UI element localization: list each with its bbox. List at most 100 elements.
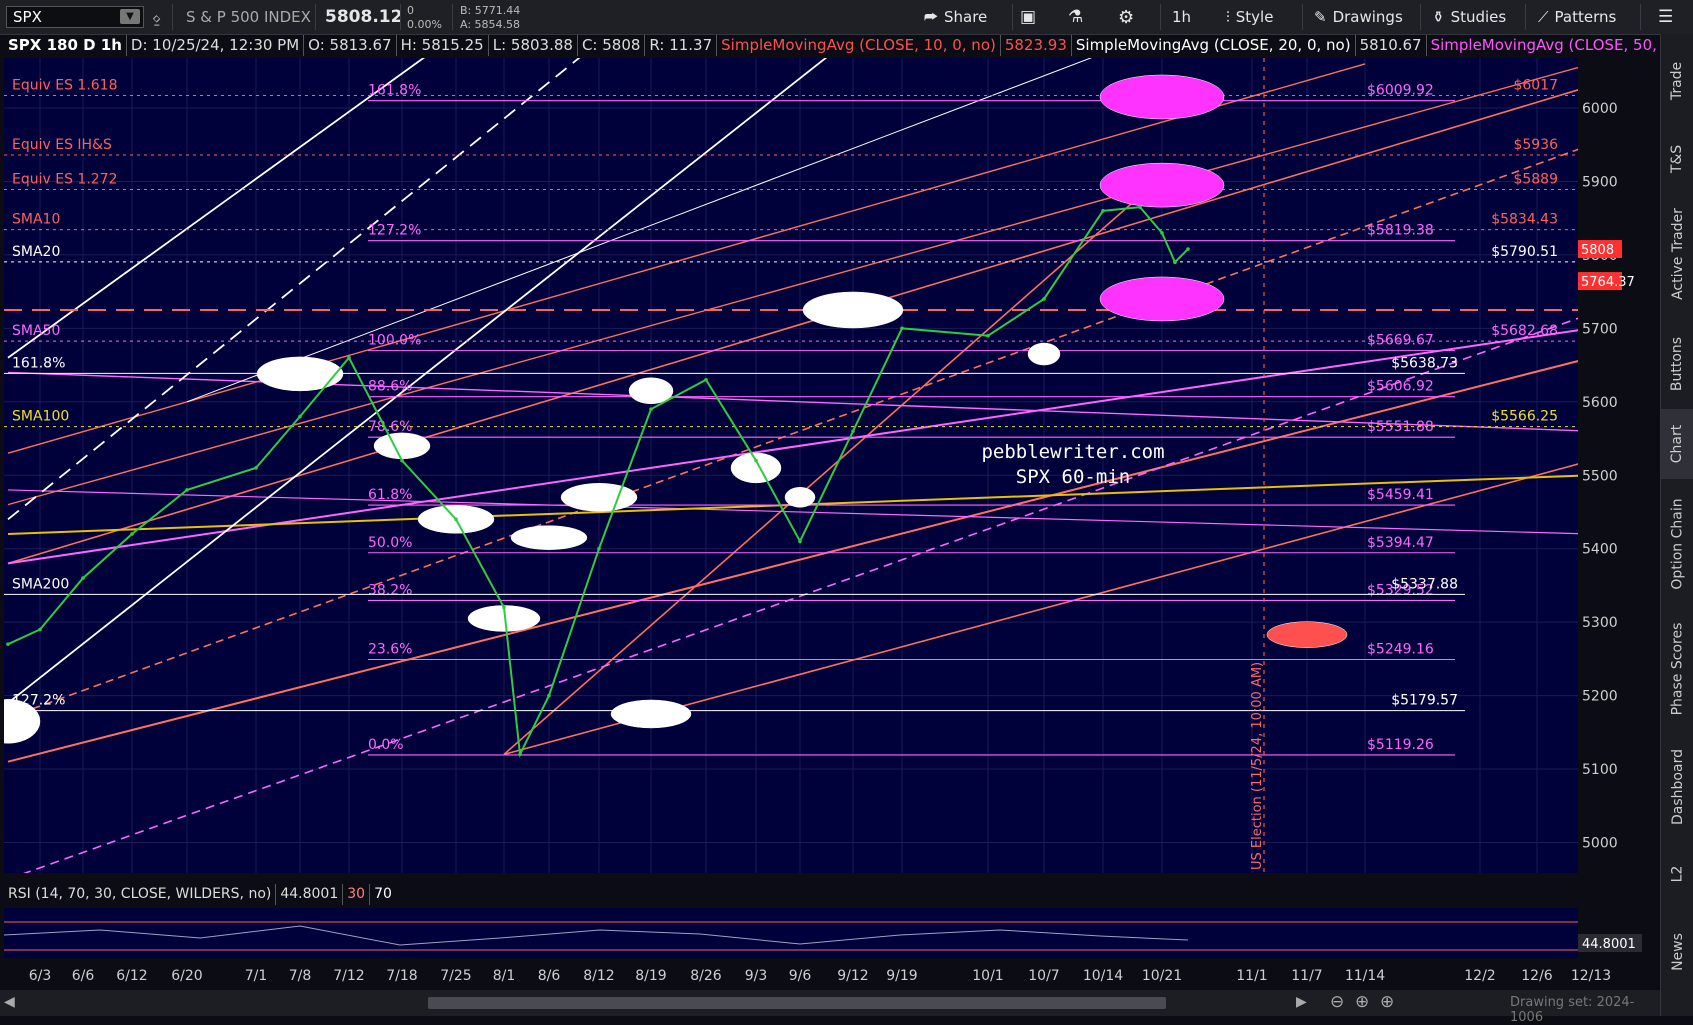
rsi-info-bar: RSI (14, 70, 30, CLOSE, WILDERS, no) 44.8… — [4, 884, 396, 905]
fib-level-value: $5819.38 — [1367, 223, 1434, 239]
side-tab-label: Trade — [1669, 61, 1686, 101]
level-label: SMA10 — [12, 212, 60, 228]
side-tab-chart[interactable]: Chart — [1661, 409, 1693, 479]
drawing-set-label[interactable]: Drawing set: 2024-1006 — [1510, 995, 1660, 1025]
target-ellipse[interactable] — [560, 483, 638, 512]
sma10-label[interactable]: SimpleMovingAvg (CLOSE, 10, 0, no) — [717, 35, 1001, 56]
bar-date: D: 10/25/24, 12:30 PM — [126, 35, 305, 56]
flask-icon[interactable]: ⚗ — [1068, 0, 1083, 34]
scrollbar-thumb[interactable] — [428, 997, 1166, 1009]
fib-level-pct: 88.6% — [368, 379, 412, 395]
fib-level-pct: 161.8% — [368, 83, 421, 99]
fib-level-pct: 127.2% — [368, 223, 421, 239]
price-point — [1186, 247, 1190, 251]
pencil-icon: ✎ — [1314, 8, 1327, 26]
studies-button[interactable]: ⚱ Studies — [1432, 0, 1506, 34]
target-ellipse[interactable] — [1027, 342, 1061, 366]
gear-icon[interactable]: ⚙ — [1118, 0, 1134, 34]
target-ellipse[interactable] — [730, 452, 782, 484]
price-chart[interactable]: 161.8% $6009.92127.2% $5819.38100.0% $5669.… — [0, 0, 1693, 1016]
price-point — [704, 377, 708, 382]
x-tick-label: 8/6 — [538, 968, 561, 984]
sma10-value: 5823.93 — [1000, 35, 1072, 56]
x-tick-label: 9/19 — [886, 968, 917, 984]
price-point — [547, 693, 551, 698]
rsi-lower: 70 — [374, 886, 392, 902]
scroll-left-icon[interactable]: ◀ — [4, 994, 15, 1010]
side-tab-phase-scores[interactable]: Phase Scores — [1661, 609, 1693, 729]
price-point — [81, 576, 85, 580]
x-tick-label: 10/21 — [1142, 968, 1182, 984]
main-panel — [4, 58, 1578, 873]
target-ellipse[interactable] — [1099, 74, 1225, 120]
chevron-down-icon[interactable]: ▼ — [120, 9, 140, 24]
scroll-right-icon[interactable]: ▶ — [1296, 994, 1307, 1010]
lock-icon[interactable]: ⍚ — [152, 0, 163, 34]
target-ellipse[interactable] — [1266, 621, 1348, 648]
price-tag: 5808 — [1581, 243, 1614, 258]
side-tab-news[interactable]: News — [1661, 904, 1693, 999]
sma20-label[interactable]: SimpleMovingAvg (CLOSE, 20, 0, no) — [1071, 35, 1356, 56]
side-tab-buttons[interactable]: Buttons — [1661, 324, 1693, 404]
zoom-in-icon[interactable]: ⊕ — [1380, 992, 1394, 1012]
target-ellipse[interactable] — [784, 487, 816, 508]
y-tick-label: 5600 — [1582, 395, 1618, 411]
y-tick-label: 5200 — [1582, 689, 1618, 705]
share-button[interactable]: ⮫ Share — [924, 0, 987, 34]
timeframe-button[interactable]: 1h — [1172, 0, 1191, 34]
patterns-icon: ⟋ — [1538, 8, 1549, 26]
x-tick-label: 9/12 — [837, 968, 868, 984]
level-value: $5889 — [1513, 172, 1558, 188]
fib-level-value: $6009.92 — [1367, 83, 1434, 99]
target-ellipse[interactable] — [373, 432, 431, 460]
rsi-upper: 30 — [343, 884, 371, 905]
target-ellipse[interactable] — [256, 356, 344, 392]
x-tick-label: 7/18 — [386, 968, 417, 984]
price-point — [298, 414, 302, 419]
side-tab-active-trader[interactable]: Active Trader — [1661, 184, 1693, 324]
level-value: $5834.43 — [1491, 212, 1558, 228]
price-point — [400, 458, 404, 463]
rsi-label[interactable]: RSI (14, 70, 30, CLOSE, WILDERS, no) — [4, 884, 277, 905]
price-point — [185, 488, 189, 492]
drawings-button[interactable]: ✎ Drawings — [1314, 0, 1403, 34]
sma50-label[interactable]: SimpleMovingAvg (CLOSE, 50, 0,... — [1426, 35, 1693, 56]
price-point — [347, 355, 351, 360]
zoom-out-icon[interactable]: ⊖ — [1330, 992, 1344, 1012]
y-tick-label: 5500 — [1582, 468, 1618, 484]
target-ellipse[interactable] — [610, 699, 692, 729]
style-button[interactable]: ⫶ Style — [1226, 0, 1273, 34]
price-point — [900, 326, 904, 331]
x-tick-label: 11/14 — [1345, 968, 1385, 984]
price-point — [130, 532, 134, 536]
side-tab-dashboard[interactable]: Dashboard — [1661, 729, 1693, 844]
x-tick-label: 10/7 — [1028, 968, 1059, 984]
fib-level-pct: 50.0% — [368, 535, 412, 551]
y-tick-label: 5400 — [1582, 542, 1618, 558]
price-point — [254, 466, 258, 470]
price-point — [502, 605, 506, 610]
target-ellipse[interactable] — [510, 525, 588, 550]
x-tick-label: 7/12 — [333, 968, 364, 984]
menu-icon[interactable]: ☰ — [1658, 0, 1673, 34]
zoom-icon[interactable]: ⊕ — [1355, 992, 1369, 1012]
horizontal-level-value: $5337.88 — [1391, 576, 1458, 592]
chart-info-bar: SPX 180 D 1h D: 10/25/24, 12:30 PM O: 5813… — [4, 35, 1693, 58]
target-ellipse[interactable] — [1099, 162, 1225, 208]
y-tick-label: 5100 — [1582, 762, 1618, 778]
snapshot-icon[interactable]: ▣ — [1020, 0, 1036, 34]
side-tab-trade[interactable]: Trade — [1661, 46, 1693, 116]
target-ellipse[interactable] — [1099, 276, 1225, 322]
side-tab-label: Buttons — [1669, 336, 1686, 392]
side-tab-option-chain[interactable]: Option Chain — [1661, 479, 1693, 609]
target-ellipse[interactable] — [802, 291, 904, 329]
bar-close: C: 5808 — [577, 35, 646, 56]
price-point — [1138, 205, 1142, 209]
horizontal-level-value: $5179.57 — [1391, 693, 1458, 709]
level-value: $5566.25 — [1491, 409, 1558, 425]
price-point — [1042, 297, 1046, 301]
x-tick-label: 7/1 — [245, 968, 268, 984]
price-point — [1160, 231, 1164, 235]
patterns-button[interactable]: ⟋ Patterns — [1538, 0, 1616, 34]
side-tab-l2[interactable]: L2 — [1661, 844, 1693, 904]
